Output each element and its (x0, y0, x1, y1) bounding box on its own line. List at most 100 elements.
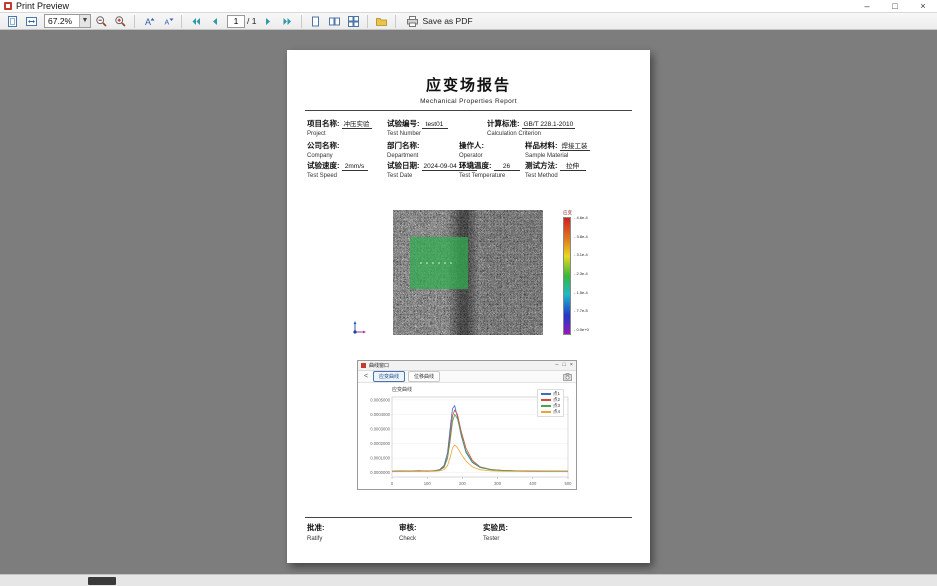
report-field: 计算标准:GB/T 228.1-2010 Calculation Criteri… (487, 118, 575, 137)
svg-text:A: A (145, 17, 151, 27)
zoom-out-icon (95, 15, 108, 28)
field-value: GB/T 228.1-2010 (522, 121, 576, 129)
page-total: / 1 (247, 16, 256, 26)
chart-window-title: 曲线窗口 (369, 362, 389, 369)
svg-text:200: 200 (459, 481, 467, 486)
field-label: 测试方法: (525, 160, 558, 171)
minimize-button[interactable]: – (853, 0, 881, 13)
signature-en: Ratify (307, 536, 325, 542)
field-label: 公司名称: (307, 140, 340, 151)
page-navigation: / 1 (227, 15, 256, 28)
report-page: 应变场报告 Mechanical Properties Report 项目名称:… (287, 50, 650, 563)
open-file-button[interactable] (373, 14, 390, 29)
taskbar-item[interactable] (88, 577, 116, 585)
separator (181, 15, 182, 28)
first-page-button[interactable] (187, 14, 204, 29)
report-field: 试验编号:test01 Test Number (387, 118, 448, 137)
chart-window-titlebar: 曲线窗口 – □ × (358, 361, 576, 371)
close-button[interactable]: × (909, 0, 937, 13)
field-value: 2mm/s (342, 163, 368, 171)
save-as-pdf-label: Save as PDF (422, 16, 472, 26)
camera-icon (563, 373, 572, 381)
report-field: 测试方法:拉伸 Test Method (525, 160, 586, 179)
colorbar-tick: - 3.1e-4 (574, 252, 588, 257)
field-en: Department (387, 153, 448, 159)
colorbar-tick: - 0.0e+0 (574, 327, 589, 332)
report-field: 操作人: Operator (459, 140, 512, 159)
signature-tester: 实验员: Tester (483, 522, 508, 542)
field-value: 焊接工装 (560, 140, 590, 151)
prev-page-button[interactable] (206, 14, 223, 29)
window-controls: – □ × (853, 0, 937, 13)
single-page-icon (309, 15, 322, 28)
tab-displacement-curve: 位移曲线 (408, 371, 440, 382)
separator (301, 15, 302, 28)
window-title: Print Preview (16, 1, 69, 11)
colorbar-tick: - 4.6e-4 (574, 215, 588, 220)
maximize-icon: □ (562, 361, 565, 370)
svg-text:0.0002000: 0.0002000 (370, 441, 390, 446)
prev-page-icon (208, 15, 221, 28)
field-label: 部门名称: (387, 140, 420, 151)
fit-width-button[interactable] (23, 14, 40, 29)
field-label: 试验日期: (387, 160, 420, 171)
zoom-in-button[interactable] (112, 14, 129, 29)
first-page-icon (189, 15, 202, 28)
last-page-button[interactable] (279, 14, 296, 29)
two-page-view-button[interactable] (326, 14, 343, 29)
print-preview-window: Print Preview – □ × 67.2% ▼ A A (0, 0, 937, 586)
font-increase-icon: A (142, 15, 155, 28)
back-icon: < (362, 373, 370, 380)
field-en: Project (307, 131, 372, 137)
field-en: Test Temperature (459, 173, 520, 179)
report-field: 试验速度:2mm/s Test Speed (307, 160, 368, 179)
svg-text:0.0004000: 0.0004000 (370, 412, 390, 417)
font-decrease-button[interactable]: A (159, 14, 176, 29)
tab-strain-curve: 应变曲线 (373, 371, 405, 382)
legend-entry: 点4 (541, 409, 560, 415)
fit-page-button[interactable] (4, 14, 21, 29)
next-page-button[interactable] (260, 14, 277, 29)
svg-text:100: 100 (424, 481, 432, 486)
svg-text:500: 500 (565, 481, 573, 486)
field-label: 操作人: (459, 140, 484, 151)
axis-triad-icon (351, 318, 369, 336)
svg-text:300: 300 (494, 481, 502, 486)
field-value: 26 (494, 163, 520, 171)
report-field: 项目名称:冲压实验 Project (307, 118, 372, 137)
preview-area: 应变场报告 Mechanical Properties Report 项目名称:… (0, 30, 937, 574)
zoom-dropdown-icon[interactable]: ▼ (79, 15, 90, 27)
field-label: 样品材料: (525, 140, 558, 151)
chart-window-icon (361, 363, 366, 368)
multi-page-view-button[interactable] (345, 14, 362, 29)
colorbar-ticks: - 4.6e-4- 3.8e-4- 3.1e-4- 2.3e-4- 1.5e-4… (574, 217, 602, 335)
svg-text:0: 0 (391, 481, 394, 486)
zoom-out-button[interactable] (93, 14, 110, 29)
separator (134, 15, 135, 28)
signature-label: 审核: (399, 522, 417, 533)
zoom-value: 67.2% (45, 16, 79, 26)
app-icon (4, 2, 12, 10)
field-label: 计算标准: (487, 118, 520, 129)
separator (367, 15, 368, 28)
field-en: Test Speed (307, 173, 368, 179)
single-page-view-button[interactable] (307, 14, 324, 29)
zoom-combo[interactable]: 67.2% ▼ (44, 14, 91, 28)
maximize-button[interactable]: □ (881, 0, 909, 13)
report-subtitle: Mechanical Properties Report (287, 98, 650, 105)
svg-text:0.0003000: 0.0003000 (370, 427, 390, 432)
strain-field-image (393, 210, 543, 335)
page-number-input[interactable] (227, 15, 245, 28)
separator (395, 15, 396, 28)
field-en: Calculation Criterion (487, 131, 575, 137)
svg-text:400: 400 (529, 481, 537, 486)
save-as-pdf-button[interactable]: Save as PDF (401, 14, 477, 29)
field-value: 冲压实验 (342, 118, 372, 129)
field-value: test01 (422, 121, 448, 129)
svg-text:A: A (165, 19, 170, 26)
font-decrease-icon: A (161, 15, 174, 28)
chart-window-tabbar: < 应变曲线 位移曲线 (358, 371, 576, 383)
colorbar-gradient (563, 217, 571, 335)
font-increase-button[interactable]: A (140, 14, 157, 29)
signature-en: Tester (483, 536, 508, 542)
